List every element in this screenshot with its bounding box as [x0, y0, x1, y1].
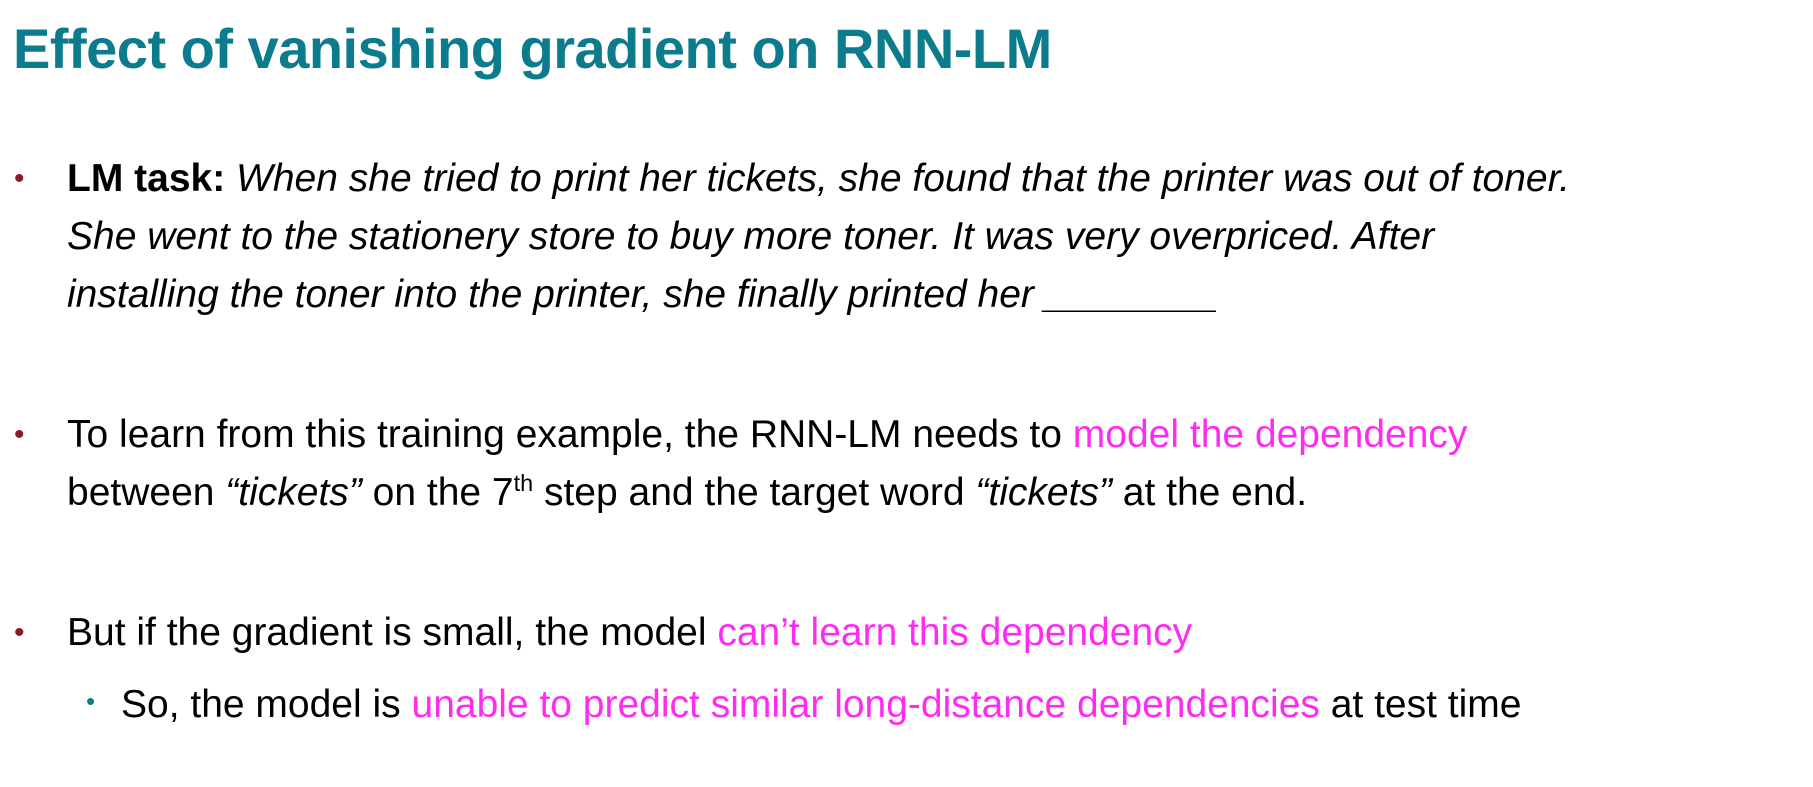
- highlight-text: model the dependency: [1072, 413, 1468, 456]
- bullet-marker: •: [14, 162, 25, 195]
- bullet-line: But if the gradient is small, the model …: [67, 604, 1807, 662]
- text-segment: on the 7: [372, 471, 514, 514]
- ordinal-suffix: th: [513, 470, 534, 496]
- bullet-text: But if the gradient is small, the model …: [67, 604, 1807, 662]
- quoted-word: “tickets”: [225, 471, 362, 514]
- bullet-text: To learn from this training example, the…: [67, 406, 1807, 522]
- bullet-line: LM task: When she tried to print her tic…: [67, 150, 1807, 208]
- text-segment: step and the target word: [543, 471, 965, 514]
- bullet-line: To learn from this training example, the…: [67, 406, 1807, 464]
- lm-task-sentence: installing the toner into the printer, s…: [67, 273, 1219, 316]
- text-segment: between: [67, 471, 215, 514]
- text-segment: So, the model is: [121, 683, 401, 726]
- text-segment: To learn from this training example, the…: [67, 413, 1062, 456]
- highlight-text: unable to predict similar long-distance …: [411, 683, 1320, 726]
- bullet-line: between “tickets” on the 7th step and th…: [67, 464, 1807, 522]
- lm-task-sentence: She went to the stationery store to buy …: [67, 215, 1435, 258]
- bullet-text: So, the model is unable to predict simil…: [121, 676, 1813, 734]
- text-segment: But if the gradient is small, the model: [67, 611, 707, 654]
- text-segment: at test time: [1330, 683, 1522, 726]
- bullet-marker: •: [14, 418, 25, 451]
- highlight-text: can’t learn this dependency: [717, 611, 1193, 654]
- quoted-word: “tickets”: [975, 471, 1112, 514]
- lm-task-sentence: When she tried to print her tickets, she…: [236, 157, 1570, 200]
- bullet-marker: •: [14, 616, 25, 649]
- bullet-line: So, the model is unable to predict simil…: [121, 676, 1813, 734]
- sub-bullet-marker: •: [86, 686, 96, 716]
- slide-title: Effect of vanishing gradient on RNN-LM: [13, 17, 1052, 80]
- lm-task-label: LM task:: [67, 157, 226, 200]
- text-segment: at the end.: [1122, 471, 1308, 514]
- bullet-text: LM task: When she tried to print her tic…: [67, 150, 1807, 324]
